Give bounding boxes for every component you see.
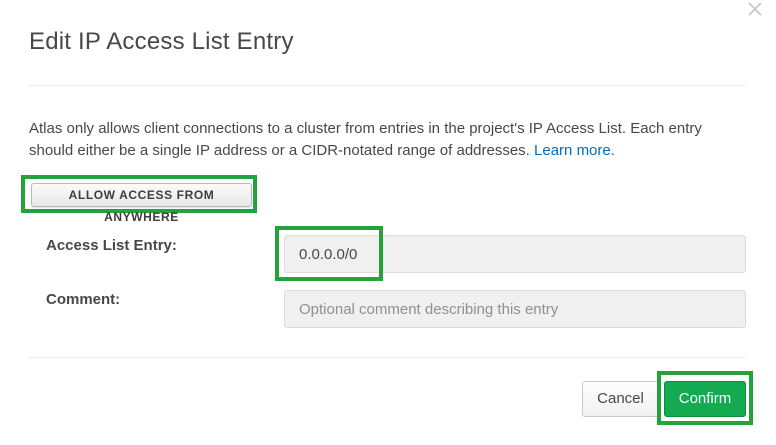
close-icon[interactable] <box>746 0 764 18</box>
comment-input[interactable] <box>284 290 746 328</box>
access-list-entry-label: Access List Entry: <box>46 237 177 254</box>
edit-ip-access-dialog: Edit IP Access List Entry Atlas only all… <box>0 0 776 445</box>
footer-divider <box>29 357 746 358</box>
confirm-button[interactable]: Confirm <box>664 381 746 417</box>
dialog-title: Edit IP Access List Entry <box>29 28 294 55</box>
cancel-button[interactable]: Cancel <box>582 381 659 417</box>
dialog-description: Atlas only allows client connections to … <box>29 118 749 162</box>
allow-access-from-anywhere-button[interactable]: ALLOW ACCESS FROM ANYWHERE <box>31 183 252 224</box>
learn-more-link[interactable]: Learn more. <box>534 142 615 159</box>
header-divider <box>29 85 746 86</box>
highlight-access-entry <box>275 226 383 281</box>
comment-label: Comment: <box>46 291 121 308</box>
